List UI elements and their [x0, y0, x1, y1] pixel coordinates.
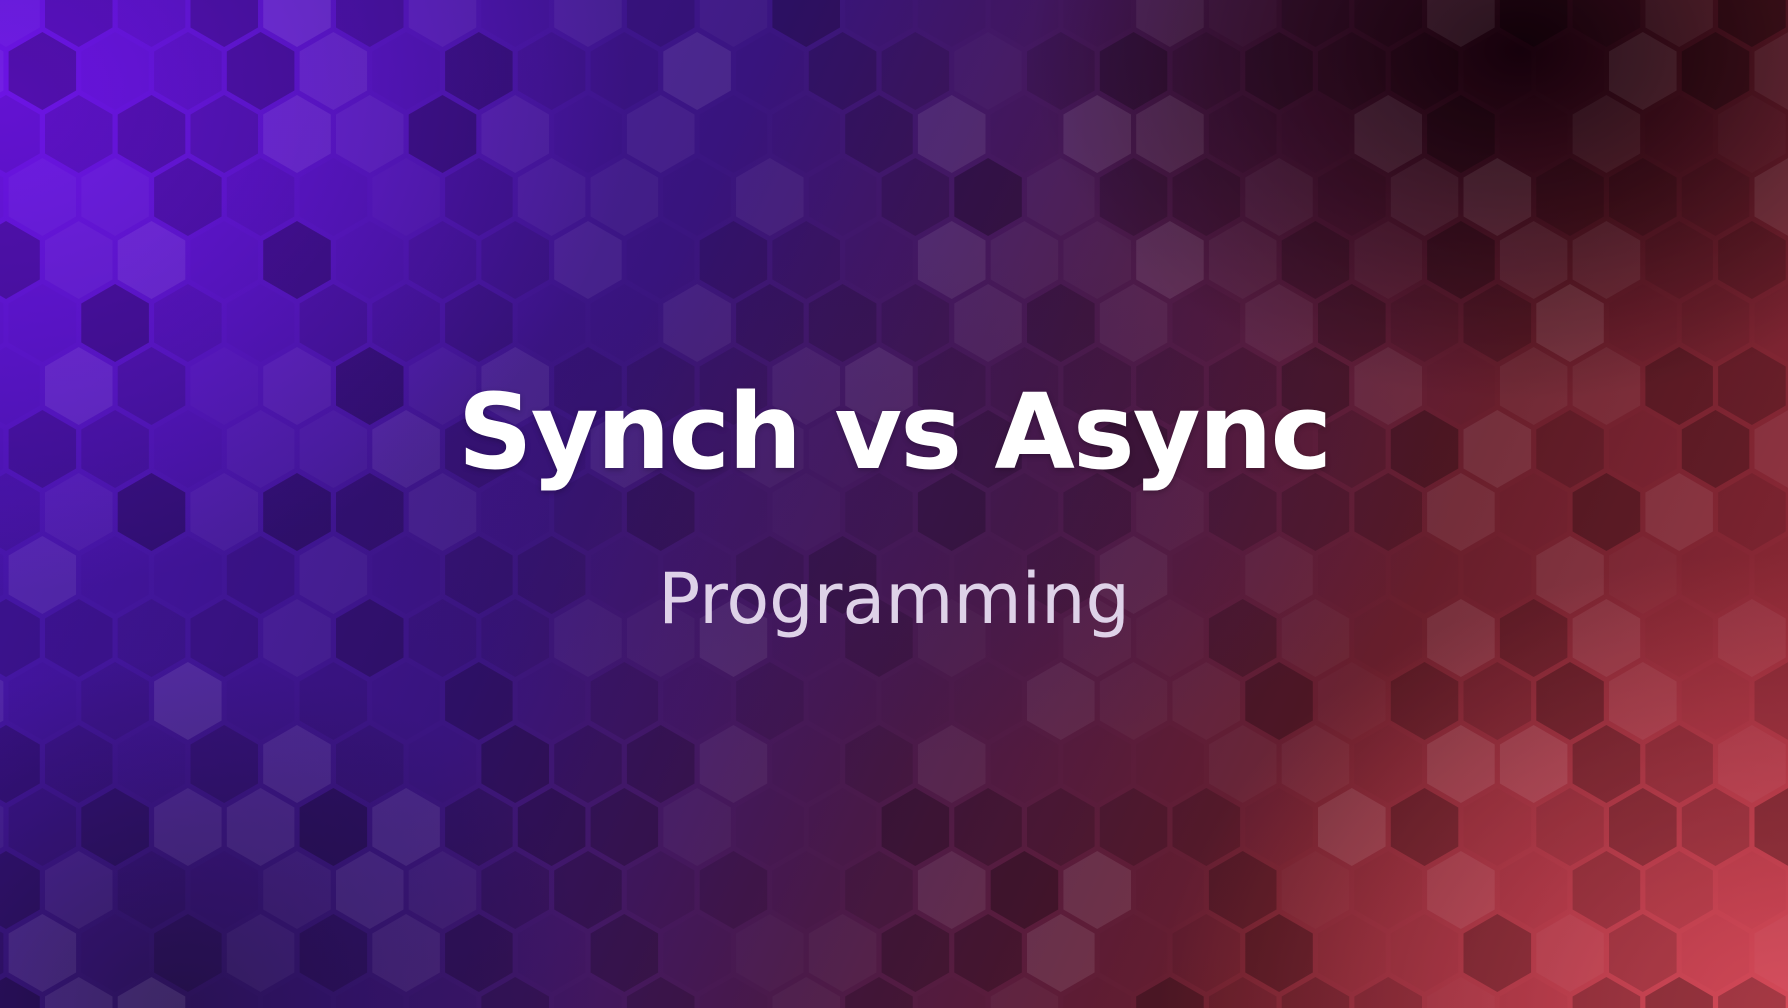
page-subtitle: Programming: [658, 558, 1130, 640]
page-title: Synch vs Async: [457, 371, 1332, 493]
cover-banner: Synch vs Async Programming: [0, 0, 1788, 1008]
center-glow: [0, 0, 1788, 1008]
